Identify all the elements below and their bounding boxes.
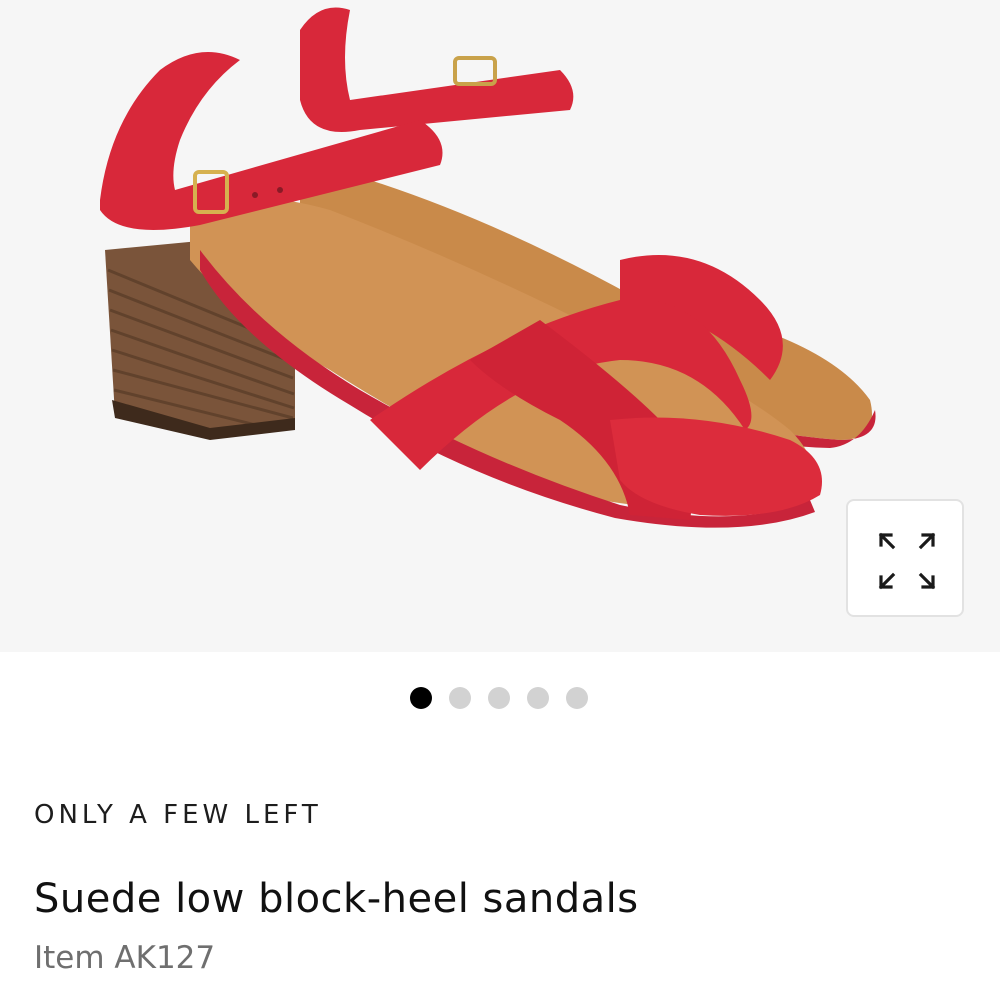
- product-title: Suede low block-heel sandals: [34, 876, 639, 922]
- gallery-dot-1[interactable]: [410, 687, 432, 709]
- expand-image-button[interactable]: [846, 499, 964, 617]
- expand-arrows-icon: [878, 532, 936, 590]
- gallery-dot-5[interactable]: [566, 687, 588, 709]
- stock-status-label: ONLY A FEW LEFT: [34, 800, 322, 830]
- gallery-dot-2[interactable]: [449, 687, 471, 709]
- gallery-pagination: [410, 687, 588, 711]
- gallery-dot-3[interactable]: [488, 687, 510, 709]
- product-image[interactable]: [0, 0, 1000, 652]
- gallery-dot-4[interactable]: [527, 687, 549, 709]
- item-number: Item AK127: [34, 940, 216, 976]
